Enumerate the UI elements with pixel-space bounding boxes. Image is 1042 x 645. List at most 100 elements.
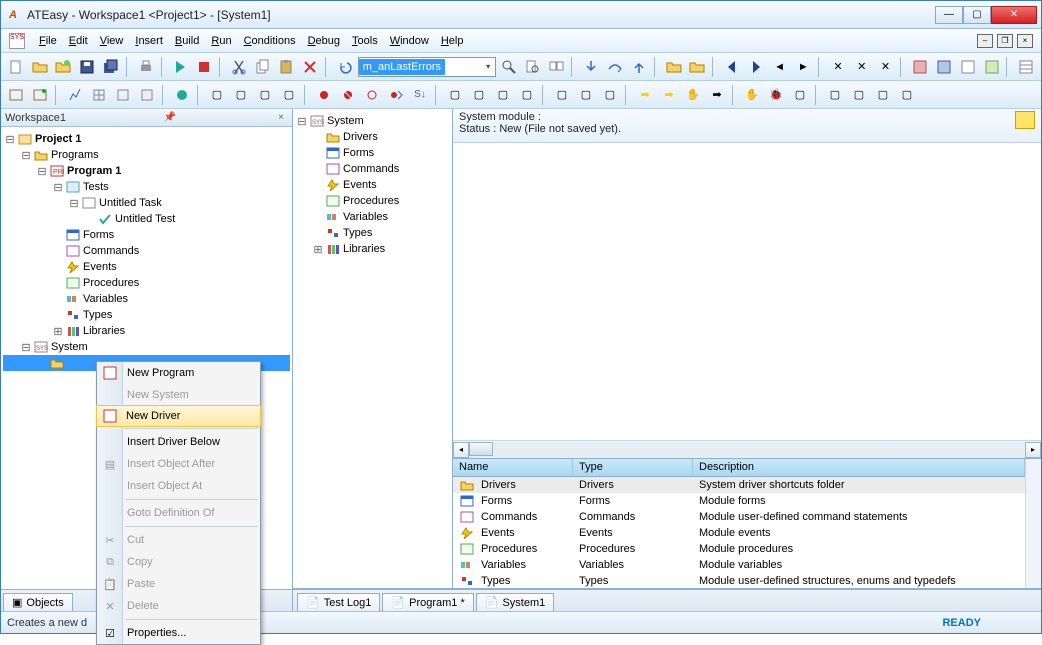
minimize-button[interactable]: — xyxy=(935,6,963,24)
dbg7-icon[interactable]: ▢ xyxy=(599,84,621,106)
scroll-left-icon[interactable]: ◂ xyxy=(453,442,469,458)
t2-4-icon[interactable] xyxy=(88,84,110,106)
tree-system[interactable]: System xyxy=(51,341,88,353)
grid-body[interactable]: DriversDriversSystem driver shortcuts fo… xyxy=(453,477,1025,588)
win4-icon[interactable] xyxy=(981,56,1003,78)
sys-procedures[interactable]: Procedures xyxy=(343,195,399,207)
t2-5-icon[interactable] xyxy=(112,84,134,106)
dbg4-icon[interactable]: ▢ xyxy=(516,84,538,106)
menu-tools[interactable]: Tools xyxy=(346,33,384,49)
t2-2-icon[interactable] xyxy=(29,84,51,106)
menu-build[interactable]: Build xyxy=(169,33,205,49)
grid-row[interactable]: DriversDriversSystem driver shortcuts fo… xyxy=(453,477,1025,493)
open2-icon[interactable] xyxy=(53,56,75,78)
dbg1-icon[interactable]: ▢ xyxy=(444,84,466,106)
menu-file[interactable]: File xyxy=(33,33,63,49)
save-icon[interactable] xyxy=(76,56,98,78)
win3-icon[interactable] xyxy=(957,56,979,78)
system-tree[interactable]: ⊟SYSSystem Drivers Forms Commands Events… xyxy=(293,109,453,588)
run-icon[interactable] xyxy=(170,56,192,78)
back2-icon[interactable]: ◄ xyxy=(769,56,791,78)
cm-properties[interactable]: ☑Properties... xyxy=(97,622,260,644)
step-over-icon[interactable] xyxy=(604,56,626,78)
back-icon[interactable] xyxy=(721,56,743,78)
search-combo[interactable]: m_anLastErrors ▾ xyxy=(358,57,496,77)
close-button[interactable]: ✕ xyxy=(991,6,1037,24)
sticky-note-icon[interactable] xyxy=(1015,111,1035,129)
x1-icon[interactable]: ✕ xyxy=(827,56,849,78)
menu-view[interactable]: View xyxy=(94,33,130,49)
tree-tests[interactable]: Tests xyxy=(83,181,109,193)
tree-types[interactable]: Types xyxy=(83,309,112,321)
grid-vscroll[interactable] xyxy=(1025,459,1041,588)
find-all-icon[interactable] xyxy=(546,56,568,78)
wnd3-icon[interactable]: ▢ xyxy=(872,84,894,106)
bug-icon[interactable]: 🐞 xyxy=(765,84,787,106)
menu-conditions[interactable]: Conditions xyxy=(238,33,302,49)
dbg5-icon[interactable]: ▢ xyxy=(551,84,573,106)
bp4-icon[interactable] xyxy=(385,84,407,106)
tab-program1[interactable]: 📄Program1 * xyxy=(382,593,473,611)
arrow3-icon[interactable]: ➡ xyxy=(706,84,728,106)
bp1-icon[interactable] xyxy=(313,84,335,106)
cm-new-driver[interactable]: New Driver xyxy=(96,405,261,427)
dbg2-icon[interactable]: ▢ xyxy=(468,84,490,106)
fwd2-icon[interactable]: ► xyxy=(792,56,814,78)
tree-libraries[interactable]: Libraries xyxy=(83,325,125,337)
sys-commands[interactable]: Commands xyxy=(343,163,399,175)
chevron-down-icon[interactable]: ▾ xyxy=(481,62,495,71)
grid-row[interactable]: TypesTypesModule user-defined structures… xyxy=(453,573,1025,588)
folder2-icon[interactable] xyxy=(686,56,708,78)
tree-programs[interactable]: Programs xyxy=(51,149,99,161)
find-file-icon[interactable] xyxy=(522,56,544,78)
sys-events[interactable]: Events xyxy=(343,179,377,191)
dbg3-icon[interactable]: ▢ xyxy=(492,84,514,106)
sys-drivers[interactable]: Drivers xyxy=(343,131,378,143)
tree-program1[interactable]: Program 1 xyxy=(67,165,121,177)
cm-insert-driver-below[interactable]: Insert Driver Below xyxy=(97,431,260,453)
sys-forms[interactable]: Forms xyxy=(343,147,374,159)
tree-procedures[interactable]: Procedures xyxy=(83,277,139,289)
tab-system1[interactable]: 📄System1 xyxy=(476,593,555,611)
sys-variables[interactable]: Variables xyxy=(343,211,388,223)
folder-icon[interactable] xyxy=(663,56,685,78)
forward-icon[interactable] xyxy=(745,56,767,78)
print-icon[interactable] xyxy=(135,56,157,78)
tree-variables[interactable]: Variables xyxy=(83,293,128,305)
menu-debug[interactable]: Debug xyxy=(302,33,346,49)
menu-insert[interactable]: Insert xyxy=(129,33,169,49)
system-menu-icon[interactable]: SYS xyxy=(9,33,25,49)
arrow1-icon[interactable]: ➡ xyxy=(634,84,656,106)
hscrollbar[interactable]: ◂ ▸ xyxy=(453,440,1041,458)
t2-10-icon[interactable]: ▢ xyxy=(254,84,276,106)
tab-objects[interactable]: ▣Objects xyxy=(3,593,73,611)
tree-project[interactable]: Project 1 xyxy=(35,133,81,145)
arrow2-icon[interactable]: ➡ xyxy=(658,84,680,106)
grid-row[interactable]: VariablesVariablesModule variables xyxy=(453,557,1025,573)
bp3-icon[interactable] xyxy=(361,84,383,106)
x2-icon[interactable]: ✕ xyxy=(851,56,873,78)
tree-forms[interactable]: Forms xyxy=(83,229,114,241)
open-icon[interactable] xyxy=(29,56,51,78)
grid-row[interactable]: ProceduresProceduresModule procedures xyxy=(453,541,1025,557)
saveall-icon[interactable] xyxy=(100,56,122,78)
tab-testlog1[interactable]: 📄Test Log1 xyxy=(297,593,380,611)
menu-window[interactable]: Window xyxy=(384,33,435,49)
sys-root[interactable]: System xyxy=(327,115,364,127)
hand-icon[interactable]: ✋ xyxy=(682,84,704,106)
t2-11-icon[interactable]: ▢ xyxy=(278,84,300,106)
menu-run[interactable]: Run xyxy=(205,33,237,49)
dbg6-icon[interactable]: ▢ xyxy=(575,84,597,106)
menu-help[interactable]: Help xyxy=(435,33,470,49)
col-type[interactable]: Type xyxy=(573,459,693,476)
x3-icon[interactable]: ✕ xyxy=(875,56,897,78)
tree-commands[interactable]: Commands xyxy=(83,245,139,257)
step-out-icon[interactable] xyxy=(628,56,650,78)
paste-icon[interactable] xyxy=(276,56,298,78)
grid-row[interactable]: EventsEventsModule events xyxy=(453,525,1025,541)
wnd2-icon[interactable]: ▢ xyxy=(848,84,870,106)
t2-1-icon[interactable] xyxy=(5,84,27,106)
bp2-icon[interactable] xyxy=(337,84,359,106)
col-desc[interactable]: Description xyxy=(693,459,1025,476)
win1-icon[interactable] xyxy=(909,56,931,78)
